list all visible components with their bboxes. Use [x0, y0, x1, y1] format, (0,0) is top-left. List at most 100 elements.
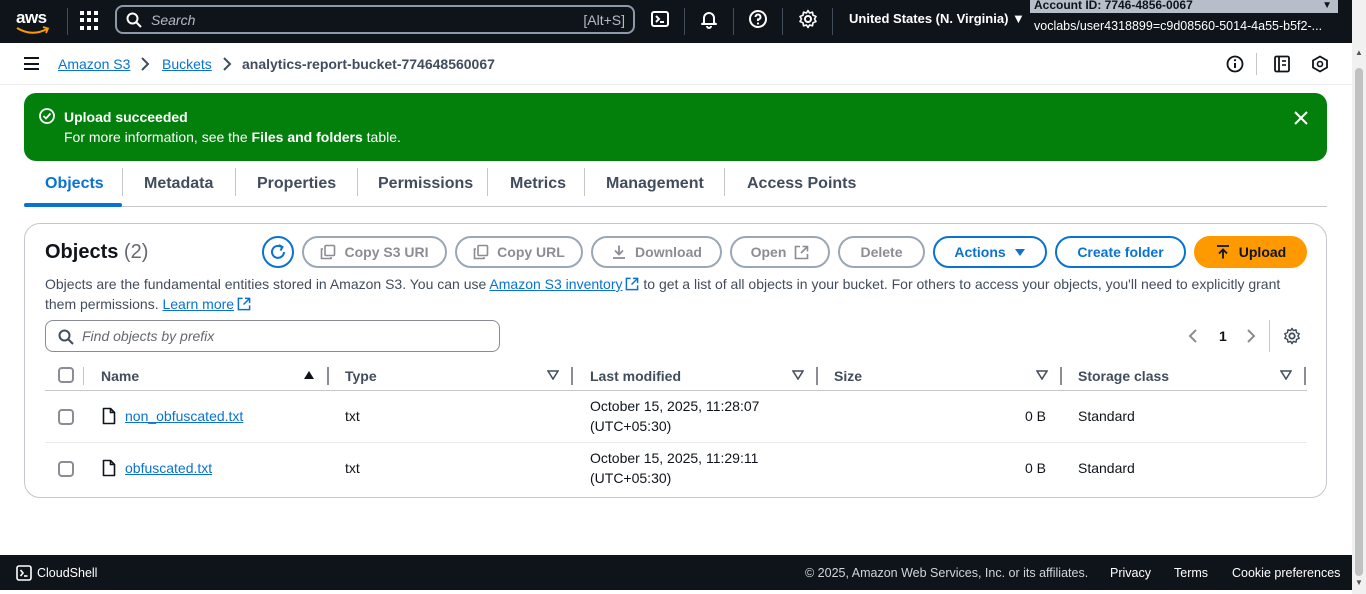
open-button[interactable]: Open	[730, 236, 830, 268]
object-storage-class: Standard	[1078, 408, 1135, 424]
find-objects-placeholder: Find objects by prefix	[82, 328, 215, 344]
column-resizer[interactable]	[571, 367, 573, 385]
aws-logo-text: aws	[16, 8, 47, 27]
scrollbar-thumb[interactable]	[1355, 68, 1363, 576]
page-number[interactable]: 1	[1219, 328, 1227, 344]
select-all-checkbox[interactable]	[58, 367, 74, 383]
column-header-type[interactable]: Type	[345, 368, 377, 384]
tab-divider	[487, 168, 488, 196]
table-row[interactable]: obfuscated.txt txt October 15, 2025, 11:…	[45, 443, 1307, 495]
breadcrumb-bar: Amazon S3 Buckets analytics-report-bucke…	[0, 43, 1352, 85]
tab-properties[interactable]: Properties	[257, 175, 336, 193]
learn-more-link[interactable]: Learn more	[162, 296, 234, 312]
column-resizer[interactable]	[816, 367, 818, 385]
notifications-bell-icon[interactable]	[699, 9, 719, 29]
actions-button[interactable]: Actions	[933, 236, 1047, 268]
help-icon[interactable]	[748, 9, 768, 29]
object-storage-class: Standard	[1078, 460, 1135, 476]
breadcrumb-buckets[interactable]: Buckets	[162, 56, 212, 72]
scroll-up-arrow-icon[interactable]: ▲	[1355, 48, 1363, 57]
row-checkbox[interactable]	[58, 461, 74, 477]
cloudshell-icon[interactable]	[650, 9, 670, 29]
external-link-icon	[795, 245, 809, 259]
object-name-link[interactable]: obfuscated.txt	[125, 460, 212, 476]
chevron-right-icon	[141, 57, 150, 71]
page-scrollbar[interactable]: ▲ ▼	[1352, 0, 1366, 594]
aws-logo[interactable]: aws	[14, 8, 54, 36]
services-grid-icon[interactable]	[80, 10, 100, 30]
download-button[interactable]: Download	[591, 236, 722, 268]
download-icon	[613, 245, 626, 259]
object-last-modified: October 15, 2025, 11:29:11	[590, 450, 759, 466]
upload-icon	[1216, 245, 1229, 259]
column-divider	[83, 367, 84, 385]
chevron-left-icon[interactable]	[1188, 328, 1198, 344]
delete-button[interactable]: Delete	[838, 236, 925, 268]
s3-inventory-link[interactable]: Amazon S3 inventory	[489, 276, 622, 292]
caret-down-icon: ▼	[1322, 0, 1332, 11]
sort-icon[interactable]	[792, 370, 804, 380]
cookie-preferences-link[interactable]: Cookie preferences	[1232, 566, 1340, 580]
table-settings-gear-icon[interactable]	[1283, 327, 1301, 345]
refresh-button[interactable]	[262, 236, 294, 268]
upload-button[interactable]: Upload	[1194, 236, 1307, 268]
sort-icon[interactable]	[547, 370, 559, 380]
region-selector[interactable]: United States (N. Virginia) ▼	[849, 11, 1025, 26]
search-input[interactable]: Search [Alt+S]	[115, 5, 635, 34]
privacy-link[interactable]: Privacy	[1110, 566, 1151, 580]
chevron-right-icon[interactable]	[1246, 328, 1256, 344]
tab-permissions[interactable]: Permissions	[378, 175, 473, 193]
object-type: txt	[345, 408, 360, 424]
flash-title: Upload succeeded	[64, 109, 188, 125]
tab-metadata[interactable]: Metadata	[144, 175, 213, 193]
objects-container: Objects (2) Copy S3 URI Copy URL Downloa…	[24, 223, 1327, 498]
download-label: Download	[635, 244, 702, 260]
success-flash: Upload succeeded For more information, s…	[24, 93, 1327, 161]
object-type: txt	[345, 460, 360, 476]
column-header-name[interactable]: Name	[101, 368, 139, 384]
table-row[interactable]: non_obfuscated.txt txt October 15, 2025,…	[45, 391, 1307, 443]
copy-s3-uri-button[interactable]: Copy S3 URI	[302, 236, 447, 268]
row-checkbox[interactable]	[58, 409, 74, 425]
flash-message-text: table.	[362, 129, 401, 145]
upload-label: Upload	[1238, 244, 1287, 260]
search-icon	[126, 12, 142, 28]
close-icon[interactable]	[1293, 110, 1309, 126]
column-resizer[interactable]	[327, 367, 329, 385]
tab-objects[interactable]: Objects	[45, 175, 104, 193]
column-resizer[interactable]	[1304, 367, 1306, 385]
menu-icon[interactable]	[24, 57, 39, 70]
sort-ascending-icon[interactable]	[303, 370, 315, 380]
settings-gear-icon[interactable]	[798, 9, 818, 29]
object-size: 0 B	[1025, 408, 1047, 424]
column-header-last-modified[interactable]: Last modified	[590, 368, 681, 384]
sort-icon[interactable]	[1036, 370, 1048, 380]
tab-metrics[interactable]: Metrics	[510, 175, 566, 193]
breadcrumb-amazon-s3[interactable]: Amazon S3	[58, 56, 130, 72]
account-menu[interactable]: Account ID: 7746-4856-0067 ▼	[1030, 0, 1338, 13]
document-panel-icon[interactable]	[1273, 55, 1291, 73]
objects-description: Objects are the fundamental entities sto…	[45, 274, 1295, 314]
table-header: Name Type Last modified Size Storage cla…	[45, 364, 1307, 391]
cloudshell-icon[interactable]	[16, 565, 32, 581]
nav-divider	[832, 8, 833, 35]
column-resizer[interactable]	[1060, 367, 1062, 385]
nav-divider	[67, 8, 68, 35]
column-header-size[interactable]: Size	[834, 368, 862, 384]
tab-management[interactable]: Management	[606, 175, 704, 193]
copy-url-button[interactable]: Copy URL	[455, 236, 583, 268]
create-folder-button[interactable]: Create folder	[1055, 236, 1186, 268]
column-header-storage-class[interactable]: Storage class	[1078, 368, 1169, 384]
info-icon[interactable]	[1226, 55, 1244, 73]
find-objects-input[interactable]: Find objects by prefix	[45, 320, 500, 352]
terms-link[interactable]: Terms	[1174, 566, 1208, 580]
tab-divider	[584, 168, 585, 196]
tab-access-points[interactable]: Access Points	[747, 175, 856, 193]
scroll-down-arrow-icon[interactable]: ▼	[1355, 578, 1363, 587]
feedback-icon[interactable]	[1311, 55, 1329, 73]
cloudshell-link[interactable]: CloudShell	[37, 566, 97, 580]
user-identity[interactable]: voclabs/user4318899=c9d08560-5014-4a55-b…	[1034, 19, 1322, 33]
object-timezone: (UTC+05:30)	[590, 470, 672, 486]
object-name-link[interactable]: non_obfuscated.txt	[125, 408, 243, 424]
sort-icon[interactable]	[1280, 370, 1292, 380]
